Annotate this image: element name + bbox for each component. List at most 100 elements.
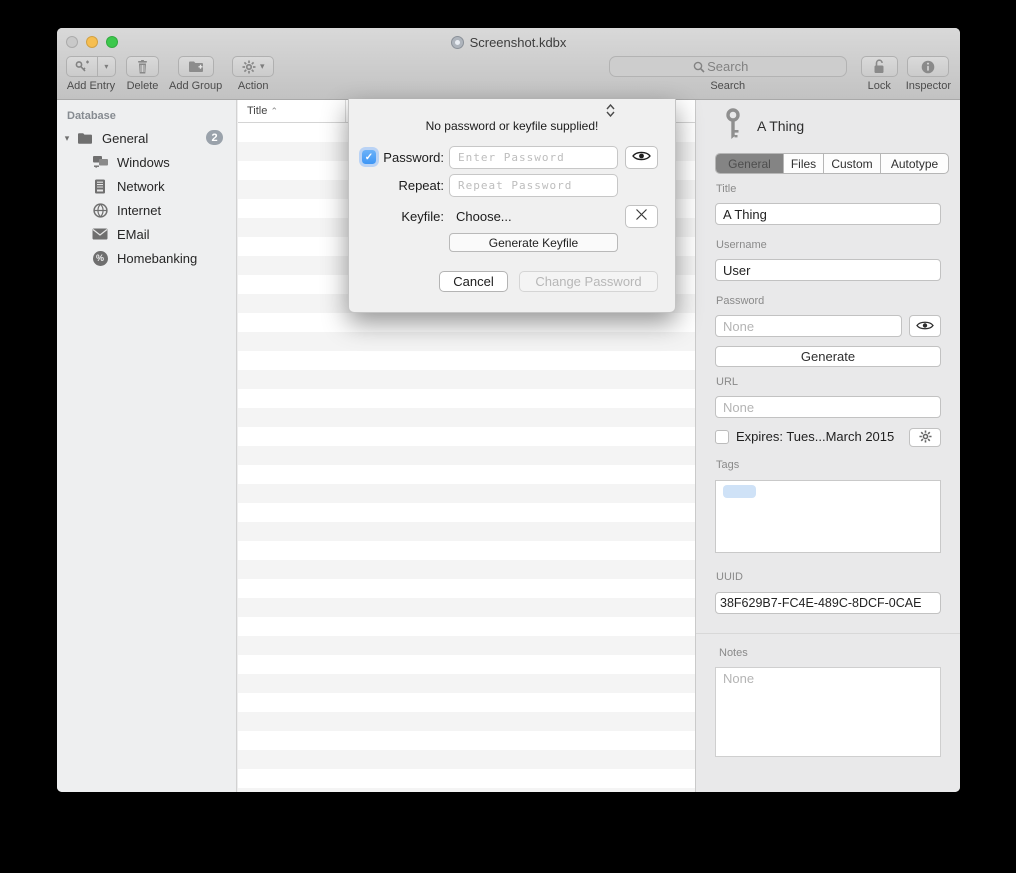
url-field-label: URL bbox=[716, 376, 738, 388]
sort-ascending-icon: ⌃ bbox=[270, 106, 278, 116]
add-group-button[interactable] bbox=[178, 56, 214, 77]
document-proxy-icon bbox=[451, 36, 464, 49]
info-icon bbox=[921, 60, 935, 74]
eye-icon bbox=[632, 149, 651, 167]
eye-icon bbox=[916, 319, 934, 334]
search-input[interactable] bbox=[609, 56, 847, 77]
sidebar-item-label: General bbox=[102, 131, 148, 146]
change-password-button[interactable]: Change Password bbox=[519, 271, 658, 292]
envelope-icon bbox=[91, 226, 109, 242]
close-button[interactable] bbox=[66, 36, 78, 48]
title-field[interactable] bbox=[715, 203, 941, 225]
add-entry-tool: ▾ Add Entry bbox=[66, 56, 116, 99]
sidebar-item-internet[interactable]: Internet bbox=[57, 198, 236, 222]
username-field[interactable] bbox=[715, 259, 941, 281]
tab-custom[interactable]: Custom bbox=[824, 154, 881, 173]
globe-icon bbox=[91, 202, 109, 218]
sidebar-item-label: Windows bbox=[117, 155, 170, 170]
sheet-message: No password or keyfile supplied! bbox=[349, 119, 675, 133]
clear-keyfile-button[interactable] bbox=[625, 205, 658, 228]
notes-field[interactable] bbox=[715, 667, 941, 757]
tab-autotype[interactable]: Autotype bbox=[881, 154, 948, 173]
username-field-label: Username bbox=[716, 239, 767, 251]
title-field-label: Title bbox=[716, 183, 736, 195]
server-icon bbox=[91, 178, 109, 194]
key-plus-icon bbox=[67, 57, 98, 76]
sidebar-item-windows[interactable]: Windows bbox=[57, 150, 236, 174]
keyfile-popup[interactable]: Choose... bbox=[456, 209, 512, 224]
cancel-button[interactable]: Cancel bbox=[439, 271, 508, 292]
search-label: Search bbox=[710, 80, 745, 92]
expires-checkbox[interactable] bbox=[715, 430, 729, 444]
expires-row: Expires: Tues...March 2015 bbox=[715, 429, 894, 444]
sidebar-item-label: Homebanking bbox=[117, 251, 197, 266]
inspector-entry-title: A Thing bbox=[757, 118, 804, 134]
password-field[interactable] bbox=[715, 315, 902, 337]
sheet-password-input[interactable] bbox=[449, 146, 618, 169]
tab-general[interactable]: General bbox=[716, 154, 784, 173]
lock-tool: Lock bbox=[861, 56, 898, 99]
inspector-button[interactable] bbox=[907, 56, 949, 77]
uuid-field[interactable] bbox=[715, 592, 941, 614]
add-entry-button[interactable]: ▾ bbox=[66, 56, 116, 77]
password-checkbox[interactable]: ✓ bbox=[362, 150, 376, 164]
toolbar: ▾ Add Entry Delete Add Group bbox=[57, 56, 960, 99]
tags-label: Tags bbox=[716, 459, 739, 471]
unlock-icon bbox=[872, 59, 886, 74]
generate-keyfile-button[interactable]: Generate Keyfile bbox=[449, 233, 618, 252]
lock-button[interactable] bbox=[861, 56, 898, 77]
generate-password-button[interactable]: Generate bbox=[715, 346, 941, 367]
tag-chip[interactable] bbox=[723, 485, 756, 498]
key-icon bbox=[725, 108, 741, 147]
inspector-tabs: General Files Custom Autotype bbox=[715, 153, 949, 174]
notes-label: Notes bbox=[719, 647, 748, 659]
trash-icon bbox=[136, 60, 149, 74]
check-icon: ✓ bbox=[365, 152, 373, 163]
sidebar-item-general[interactable]: ▾ General 2 bbox=[57, 126, 236, 150]
entry-count-badge: 2 bbox=[206, 130, 223, 145]
window-title-row: Screenshot.kdbx bbox=[57, 28, 960, 56]
delete-button[interactable] bbox=[126, 56, 159, 77]
add-group-label: Add Group bbox=[169, 80, 222, 92]
sidebar-item-label: EMail bbox=[117, 227, 150, 242]
sheet-keyfile-label: Keyfile: bbox=[379, 209, 444, 224]
sidebar-item-label: Internet bbox=[117, 203, 161, 218]
sheet-reveal-password-button[interactable] bbox=[625, 146, 658, 169]
chevron-down-icon: ▾ bbox=[260, 61, 265, 72]
sidebar: Database ▾ General 2 Windows Network bbox=[57, 100, 237, 792]
sidebar-item-network[interactable]: Network bbox=[57, 174, 236, 198]
minimize-button[interactable] bbox=[86, 36, 98, 48]
disclosure-triangle-icon[interactable]: ▾ bbox=[62, 133, 72, 144]
inspector-tool: Inspector bbox=[906, 56, 951, 99]
expires-label: Expires: Tues...March 2015 bbox=[736, 429, 894, 444]
gear-icon bbox=[242, 60, 256, 74]
sheet-repeat-input[interactable] bbox=[449, 174, 618, 197]
chevron-down-icon: ▾ bbox=[104, 62, 108, 71]
app-window: Screenshot.kdbx ▾ Add Entry De bbox=[57, 28, 960, 792]
sheet-repeat-label: Repeat: bbox=[379, 178, 444, 193]
url-field[interactable] bbox=[715, 396, 941, 418]
zoom-button[interactable] bbox=[106, 36, 118, 48]
column-header-title[interactable]: Title ⌃ bbox=[238, 105, 343, 117]
reveal-password-button[interactable] bbox=[909, 315, 941, 337]
window-header: Screenshot.kdbx ▾ Add Entry De bbox=[57, 28, 960, 100]
expires-settings-button[interactable] bbox=[909, 428, 941, 447]
password-field-label: Password bbox=[716, 295, 764, 307]
tab-files[interactable]: Files bbox=[784, 154, 824, 173]
tags-box[interactable] bbox=[715, 480, 941, 553]
add-entry-label: Add Entry bbox=[67, 80, 115, 92]
inspector-label: Inspector bbox=[906, 80, 951, 92]
uuid-label: UUID bbox=[716, 571, 743, 583]
folder-icon bbox=[76, 130, 94, 146]
sidebar-item-homebanking[interactable]: % Homebanking bbox=[57, 246, 236, 270]
sidebar-item-email[interactable]: EMail bbox=[57, 222, 236, 246]
delete-label: Delete bbox=[127, 80, 159, 92]
close-x-icon bbox=[635, 208, 648, 226]
action-button[interactable]: ▾ bbox=[232, 56, 274, 77]
folder-plus-icon bbox=[188, 60, 204, 73]
traffic-lights bbox=[66, 36, 118, 48]
add-entry-dropdown[interactable]: ▾ bbox=[98, 57, 115, 76]
titlebar[interactable]: Screenshot.kdbx bbox=[57, 28, 960, 56]
action-tool: ▾ Action bbox=[232, 56, 274, 99]
stepper-icon[interactable] bbox=[604, 102, 616, 119]
